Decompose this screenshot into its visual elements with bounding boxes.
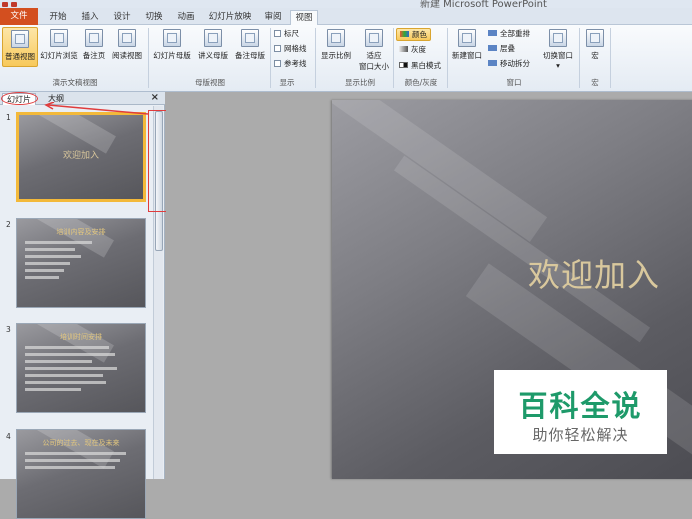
ribbon-view: 普通视图 幻灯片浏览 备注页 阅读视图 演示文稿视图 幻灯片母版 讲义母版 备注… bbox=[0, 25, 692, 92]
black-white-icon bbox=[399, 62, 408, 68]
fit-to-window-button[interactable]: 适应 窗口大小 bbox=[356, 29, 392, 72]
tab-design[interactable]: 设计 bbox=[110, 10, 134, 25]
watermark-main: 百科全说 bbox=[518, 389, 643, 423]
slide-thumbnail-4[interactable]: 公司的过去、现在及未来 bbox=[16, 429, 146, 519]
notes-page-icon bbox=[85, 29, 103, 47]
group-label-show: 显示 bbox=[279, 78, 295, 87]
slide-number: 4 bbox=[6, 432, 11, 441]
close-icon[interactable]: × bbox=[151, 92, 159, 103]
ruler-checkbox[interactable]: 标尺 bbox=[274, 28, 299, 39]
cascade-button[interactable]: 层叠 bbox=[488, 43, 515, 54]
thumb-title: 培训内容及安排 bbox=[56, 228, 106, 236]
slide-streak bbox=[332, 100, 548, 242]
ribbon-separator bbox=[393, 28, 394, 88]
checkbox-icon bbox=[274, 60, 281, 67]
handout-master-icon bbox=[204, 29, 222, 47]
switch-windows-icon bbox=[549, 29, 567, 47]
tab-slideshow[interactable]: 幻灯片放映 bbox=[206, 10, 254, 25]
group-label-master-views: 母版视图 bbox=[195, 78, 225, 87]
window-title: 新建 Microsoft PowerPoint bbox=[420, 0, 547, 8]
color-mode-button[interactable]: 颜色 bbox=[396, 28, 431, 41]
title-bar: 新建 Microsoft PowerPoint bbox=[0, 0, 692, 8]
watermark-sub: 助你轻松解决 bbox=[532, 426, 629, 444]
slide-sorter-icon bbox=[50, 29, 68, 47]
group-label-presentation-views: 演示文稿视图 bbox=[52, 78, 98, 87]
gridlines-checkbox[interactable]: 网格线 bbox=[274, 43, 307, 54]
black-white-button[interactable]: 黑白模式 bbox=[399, 60, 441, 71]
tab-view[interactable]: 视图 bbox=[290, 10, 318, 26]
group-label-zoom: 显示比例 bbox=[345, 78, 375, 87]
quick-access-toolbar[interactable] bbox=[2, 0, 32, 7]
guides-checkbox[interactable]: 参考线 bbox=[274, 58, 307, 69]
new-window-button[interactable]: 新建窗口 bbox=[449, 29, 485, 61]
cascade-icon bbox=[488, 45, 497, 51]
slide-master-icon bbox=[163, 29, 181, 47]
new-window-icon bbox=[458, 29, 476, 47]
reading-view-button[interactable]: 阅读视图 bbox=[109, 29, 145, 61]
tab-file[interactable]: 文件 bbox=[0, 8, 38, 25]
highlight-circle bbox=[1, 92, 38, 105]
slide-number: 3 bbox=[6, 325, 11, 334]
switch-windows-button[interactable]: 切换窗口 ▾ bbox=[539, 29, 577, 70]
thumb-lines bbox=[25, 241, 137, 283]
save-icon[interactable] bbox=[2, 2, 8, 7]
notes-master-icon bbox=[241, 29, 259, 47]
zoom-button[interactable]: 显示比例 bbox=[318, 29, 354, 61]
undo-icon[interactable] bbox=[11, 2, 17, 7]
thumb-lines bbox=[25, 346, 137, 395]
arrange-all-button[interactable]: 全部重排 bbox=[488, 28, 530, 39]
ribbon-separator bbox=[447, 28, 448, 88]
thumb-lines bbox=[25, 452, 137, 473]
slide-title[interactable]: 欢迎加入 bbox=[528, 250, 660, 296]
thumb-title: 欢迎加入 bbox=[62, 151, 99, 161]
slide-thumbnail-3[interactable]: 培训时间安排 bbox=[16, 323, 146, 413]
macro-icon bbox=[586, 29, 604, 47]
normal-view-icon bbox=[11, 30, 29, 48]
slide-number: 1 bbox=[6, 113, 11, 122]
group-label-window: 窗口 bbox=[506, 78, 522, 87]
ribbon-separator bbox=[579, 28, 580, 88]
slide-sorter-button[interactable]: 幻灯片浏览 bbox=[40, 29, 78, 61]
slides-panel: 幻灯片 大纲 × 1 欢迎加入 2 培训内容及安排 3 培训时间安排 4 公司的… bbox=[0, 92, 165, 519]
group-label-color: 颜色/灰度 bbox=[404, 78, 438, 87]
move-split-icon bbox=[488, 60, 497, 66]
handout-master-button[interactable]: 讲义母版 bbox=[195, 29, 231, 61]
group-label-macro: 宏 bbox=[591, 78, 599, 87]
tab-insert[interactable]: 插入 bbox=[78, 10, 102, 25]
tab-animations[interactable]: 动画 bbox=[174, 10, 198, 25]
ribbon-separator bbox=[610, 28, 611, 88]
arrange-all-icon bbox=[488, 30, 497, 36]
tab-transitions[interactable]: 切换 bbox=[142, 10, 166, 25]
ribbon-separator bbox=[148, 28, 149, 88]
ribbon-separator bbox=[315, 28, 316, 88]
ribbon-separator bbox=[270, 28, 271, 88]
thumb-title: 公司的过去、现在及未来 bbox=[42, 439, 120, 447]
tab-home[interactable]: 开始 bbox=[46, 10, 70, 25]
slide-thumbnail-1[interactable]: 欢迎加入 bbox=[16, 112, 146, 202]
annotation-arrow bbox=[44, 102, 149, 115]
watermark-logo: 百科全说 助你轻松解决 bbox=[494, 370, 667, 454]
chevron-down-icon: ▾ bbox=[556, 61, 560, 70]
magnifier-icon bbox=[327, 29, 345, 47]
slide-master-button[interactable]: 幻灯片母版 bbox=[151, 29, 193, 61]
checkbox-icon bbox=[274, 30, 281, 37]
slide-thumbnail-2[interactable]: 培训内容及安排 bbox=[16, 218, 146, 308]
checkbox-icon bbox=[274, 45, 281, 52]
tab-review[interactable]: 审阅 bbox=[262, 10, 284, 25]
grayscale-icon bbox=[399, 46, 408, 52]
thumb-title: 培训时间安排 bbox=[60, 333, 102, 341]
move-split-button[interactable]: 移动拆分 bbox=[488, 58, 530, 69]
macros-button[interactable]: 宏 bbox=[583, 29, 607, 61]
ribbon-tabs: 文件 开始 插入 设计 切换 动画 幻灯片放映 审阅 视图 bbox=[0, 8, 692, 26]
reading-view-icon bbox=[118, 29, 136, 47]
normal-view-button[interactable]: 普通视图 bbox=[2, 27, 38, 67]
grayscale-button[interactable]: 灰度 bbox=[399, 44, 426, 55]
slide-number: 2 bbox=[6, 220, 11, 229]
color-icon bbox=[400, 31, 409, 37]
notes-page-button[interactable]: 备注页 bbox=[80, 29, 108, 61]
notes-master-button[interactable]: 备注母版 bbox=[232, 29, 268, 61]
fit-window-icon bbox=[365, 29, 383, 47]
